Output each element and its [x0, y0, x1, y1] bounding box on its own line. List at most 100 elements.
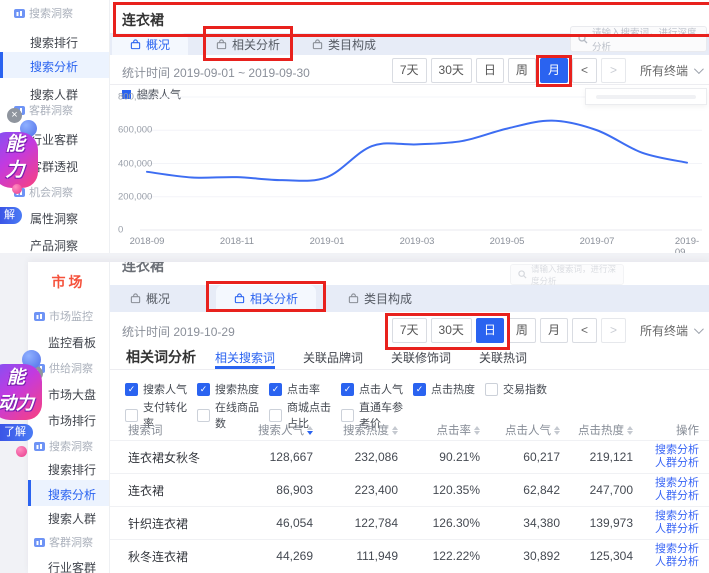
tab-category-composition[interactable]: 类目构成 [344, 285, 416, 312]
market-sidebar: 市场 市场监控 监控看板 供给洞察 × 市场大盘 市场排行 搜索洞察 搜索排行 … [28, 262, 110, 573]
checkbox-checked-icon[interactable]: ✓ [197, 383, 210, 396]
terminal-dropdown[interactable]: 所有终端 [640, 62, 701, 79]
x-tick-label: 2019-01 [310, 236, 345, 247]
crowd-analysis-link[interactable]: 人群分析 [655, 523, 699, 536]
range-day-button[interactable]: 日 [476, 318, 504, 343]
sidebar-item-industry-customer[interactable]: 行业客群 [48, 559, 110, 573]
range-7d-button[interactable]: 7天 [392, 318, 427, 343]
table-header-row: 搜索词 搜索人气 搜索热度 点击率 点击人气 点击热度 操作 [110, 420, 709, 440]
sidebar-section-opportunity-insight: 机会洞察 [14, 184, 110, 200]
sidebar-item-product-insight[interactable]: 产品洞察 [30, 237, 110, 253]
range-week-button[interactable]: 周 [508, 58, 536, 83]
tab-related-analysis[interactable]: 相关分析 [212, 33, 284, 55]
y-tick-label: 0 [118, 225, 123, 236]
checkbox-icon[interactable] [485, 383, 498, 396]
sidebar-section-market-monitor: 市场监控 [34, 308, 110, 324]
sidebar-section-search-insight: 搜索洞察 [14, 5, 110, 21]
subtab-related-search-words[interactable]: 相关搜索词 [215, 345, 275, 369]
x-tick-label: 2018-11 [220, 236, 254, 247]
cell-search-word: 连衣裙女秋冬 [128, 449, 228, 466]
col-search-heat[interactable]: 搜索热度 [313, 422, 398, 438]
sidebar-item-search-crowd[interactable]: 搜索人群 [48, 510, 110, 527]
prev-period-button[interactable]: < [572, 58, 597, 83]
bag-icon [216, 39, 227, 50]
tab-overview[interactable]: 概况 [112, 33, 188, 55]
range-7d-button[interactable]: 7天 [392, 58, 427, 83]
table-toolbar: 统计时间 2019-10-29 7天 30天 日 周 月 < > 所有终端 [110, 312, 709, 345]
filter-click-heat[interactable]: ✓点击热度 [413, 381, 485, 397]
crowd-analysis-link[interactable]: 人群分析 [655, 556, 699, 569]
cell-value: 46,054 [228, 516, 313, 530]
next-period-button[interactable]: > [601, 58, 626, 83]
tab-related-analysis[interactable]: 相关分析 [216, 285, 316, 312]
subtab-hot-words[interactable]: 关联热词 [479, 345, 527, 369]
subtab-modifier-words[interactable]: 关联修饰词 [391, 345, 451, 369]
cell-value: 62,842 [480, 483, 560, 497]
promo-cta-button[interactable]: 解 [0, 207, 22, 224]
search-input[interactable]: 请输入搜索词，进行深度分析 [510, 264, 624, 285]
promo-cta-button[interactable]: 了解 [0, 424, 33, 441]
crowd-analysis-link[interactable]: 人群分析 [655, 490, 699, 503]
crowd-analysis-link[interactable]: 人群分析 [655, 457, 699, 470]
x-tick-label: 2019-07 [580, 236, 615, 247]
tab-overview[interactable]: 概况 [126, 285, 174, 312]
top-main: 连衣裙 请输入搜索词，进行深度分析 概况 相关分析 类目构成 [110, 0, 709, 253]
filter-click-popularity[interactable]: ✓点击人气 [341, 381, 413, 397]
next-period-button[interactable]: > [601, 318, 626, 343]
bag-icon [234, 293, 245, 304]
range-week-button[interactable]: 周 [508, 318, 536, 343]
sidebar-item-attribute-insight[interactable]: 属性洞察 [30, 210, 110, 227]
sidebar-item-monitor-board[interactable]: 监控看板 [48, 334, 110, 351]
sidebar-item-market-ranking[interactable]: 市场排行 [48, 412, 110, 429]
sidebar-item-market-overview[interactable]: 市场大盘 [48, 386, 110, 403]
search-input[interactable]: 请输入搜索词，进行深度分析 [570, 26, 707, 52]
range-month-button[interactable]: 月 [540, 318, 568, 343]
filter-click-rate[interactable]: ✓点击率 [269, 381, 341, 397]
cell-value: 30,892 [480, 549, 560, 563]
x-tick-label: 2019-09 [675, 236, 699, 253]
subtab-brand-words[interactable]: 关联品牌词 [303, 345, 363, 369]
close-icon[interactable]: × [28, 366, 43, 381]
range-day-button[interactable]: 日 [476, 58, 504, 83]
cell-value: 111,949 [313, 549, 398, 563]
prev-period-button[interactable]: < [572, 318, 597, 343]
related-analysis-window: 市场 市场监控 监控看板 供给洞察 × 市场大盘 市场排行 搜索洞察 搜索排行 … [28, 262, 709, 573]
search-analysis-link[interactable]: 搜索分析 [655, 477, 699, 490]
filter-search-popularity[interactable]: ✓搜索人气 [125, 381, 197, 397]
col-click-popularity[interactable]: 点击人气 [480, 422, 560, 438]
sidebar-section-customer-insight: 客群洞察 [34, 534, 110, 550]
checkbox-checked-icon[interactable]: ✓ [413, 383, 426, 396]
checkbox-checked-icon[interactable]: ✓ [125, 383, 138, 396]
sidebar-item-search-analysis[interactable]: 搜索分析 [30, 58, 110, 75]
section-title: 相关词分析 [126, 347, 196, 367]
cell-value: 128,667 [228, 450, 313, 464]
col-click-rate[interactable]: 点击率 [398, 422, 480, 438]
search-analysis-link[interactable]: 搜索分析 [655, 543, 699, 556]
tab-category-composition[interactable]: 类目构成 [308, 33, 380, 55]
range-30d-button[interactable]: 30天 [431, 318, 472, 343]
sidebar-item-search-ranking[interactable]: 搜索排行 [48, 461, 110, 478]
sidebar-item-search-crowd[interactable]: 搜索人群 [30, 86, 110, 103]
checkbox-checked-icon[interactable]: ✓ [341, 383, 354, 396]
col-search-popularity[interactable]: 搜索人气 [228, 422, 313, 438]
sidebar-item-search-analysis[interactable]: 搜索分析 [48, 486, 110, 503]
sidebar-item-customer-perspective[interactable]: 客群透视 [30, 158, 110, 175]
search-analysis-link[interactable]: 搜索分析 [655, 510, 699, 523]
range-buttons: 7天 30天 日 周 月 < > 所有终端 [392, 318, 701, 343]
sidebar-item-search-ranking[interactable]: 搜索排行 [30, 34, 110, 51]
close-icon[interactable]: × [7, 108, 22, 123]
range-30d-button[interactable]: 30天 [431, 58, 472, 83]
terminal-dropdown[interactable]: 所有终端 [640, 322, 701, 339]
cell-value: 60,217 [480, 450, 560, 464]
sidebar-section-customer-insight: 客群洞察 [14, 102, 110, 118]
related-words-header: 相关词分析 相关搜索词 关联品牌词 关联修饰词 关联热词 [110, 345, 709, 370]
filter-transaction-index[interactable]: 交易指数 [485, 381, 557, 397]
range-month-button[interactable]: 月 [540, 58, 568, 83]
cell-value: 86,903 [228, 483, 313, 497]
filter-search-heat[interactable]: ✓搜索热度 [197, 381, 269, 397]
checkbox-checked-icon[interactable]: ✓ [269, 383, 282, 396]
sidebar-item-industry-customer[interactable]: 行业客群 [30, 131, 110, 148]
chevron-down-icon [694, 324, 704, 334]
search-analysis-link[interactable]: 搜索分析 [655, 444, 699, 457]
col-click-heat[interactable]: 点击热度 [560, 422, 633, 438]
